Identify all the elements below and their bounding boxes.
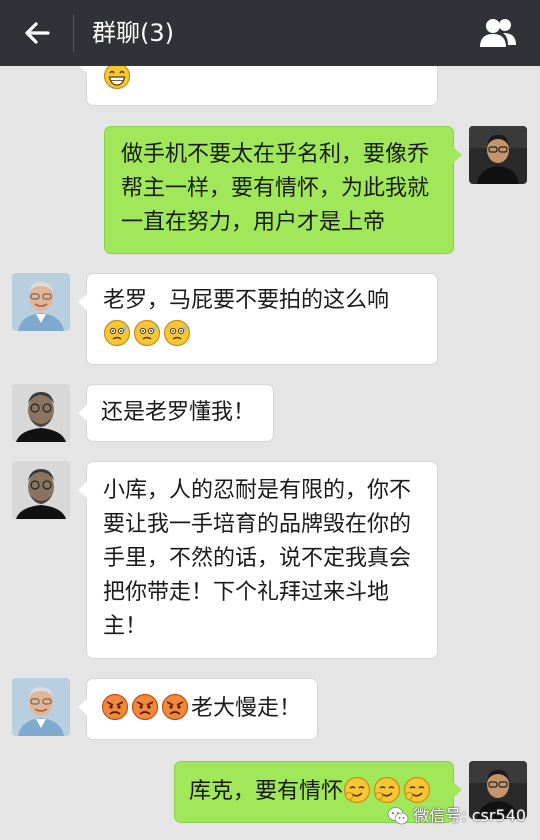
angry-face-icon [101,693,129,721]
message-text: 小库，人的忍耐是有限的，你不要让我一手培育的品牌毁在你的手里，不然的话，说不定我… [103,478,412,639]
avatar-steve[interactable] [12,384,70,442]
message-text: 还是老罗懂我！ [101,400,256,425]
message-text: 做手机不要太在乎名利，要像乔帮主一样，要有情怀，为此我就一直在努力，用户才是上帝 [121,142,430,235]
angry-face-icon [131,693,159,721]
avatar-tim[interactable] [12,678,70,736]
message-bubble[interactable]: 还是老罗懂我！ [78,384,274,442]
title-divider [73,14,74,52]
title-bar: 群聊(3) [0,0,540,66]
avatar-tim[interactable] [12,273,70,331]
group-members-icon[interactable] [478,17,518,49]
avatar-steve[interactable] [12,461,70,519]
sweat-face-icon [103,319,131,347]
sly-face-icon [403,776,431,804]
watermark-text: 微信号: csr540 [413,806,526,825]
chat-area[interactable]: 做手机不要太在乎名利，要像乔帮主一样，要有情怀，为此我就一直在努力，用户才是上帝… [0,66,540,840]
avatar-luo[interactable] [469,126,527,184]
chat-title: 群聊(3) [92,19,174,47]
sweat-face-icon [163,319,191,347]
angry-face-icon [161,693,189,721]
sweat-face-icon [133,319,161,347]
back-arrow-icon[interactable] [22,18,52,48]
message-bubble[interactable] [78,66,438,106]
grin-face-icon [103,66,131,90]
sly-face-icon [373,776,401,804]
wechat-icon [387,806,409,826]
message-bubble[interactable]: 老大慢走！ [78,678,318,740]
message-bubble[interactable]: 做手机不要太在乎名利，要像乔帮主一样，要有情怀，为此我就一直在努力，用户才是上帝 [104,126,462,254]
message-bubble[interactable]: 老罗，马屁要不要拍的这么响 [78,273,438,365]
sly-face-icon [343,776,371,804]
message-text: 老罗，马屁要不要拍的这么响 [103,288,390,313]
watermark: 微信号: csr540 [387,806,526,826]
message-bubble[interactable]: 小库，人的忍耐是有限的，你不要让我一手培育的品牌毁在你的手里，不然的话，说不定我… [78,461,438,659]
message-text: 库克，要有情怀 [189,779,344,804]
message-text: 老大慢走！ [191,696,302,721]
